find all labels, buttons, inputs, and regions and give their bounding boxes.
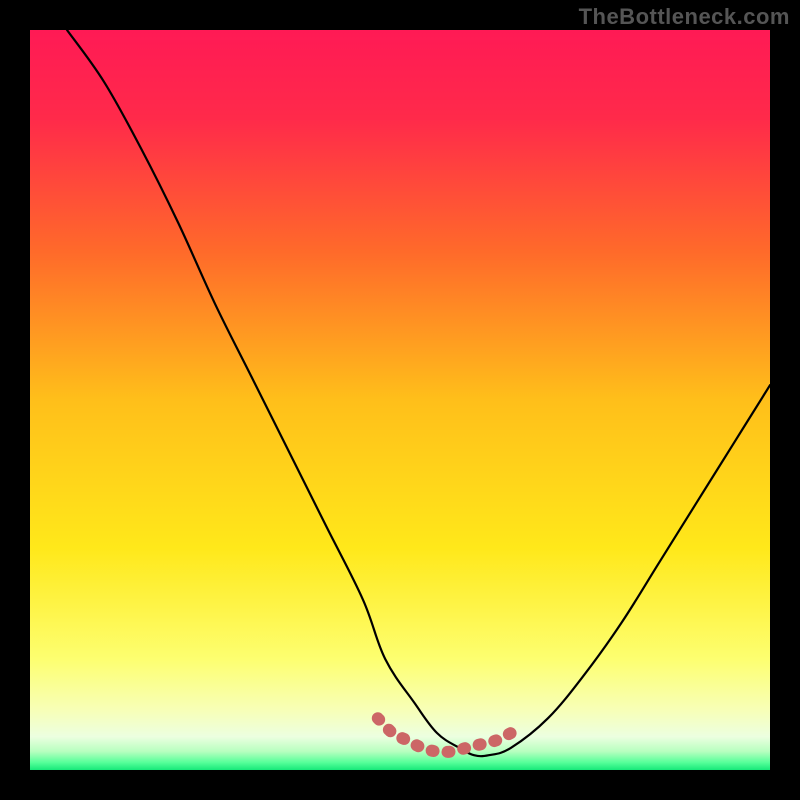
plot-area	[30, 30, 770, 770]
curve-layer	[30, 30, 770, 770]
optimal-band-dots	[378, 718, 511, 752]
bottleneck-curve	[67, 30, 770, 756]
watermark-text: TheBottleneck.com	[579, 4, 790, 30]
chart-frame: TheBottleneck.com	[0, 0, 800, 800]
